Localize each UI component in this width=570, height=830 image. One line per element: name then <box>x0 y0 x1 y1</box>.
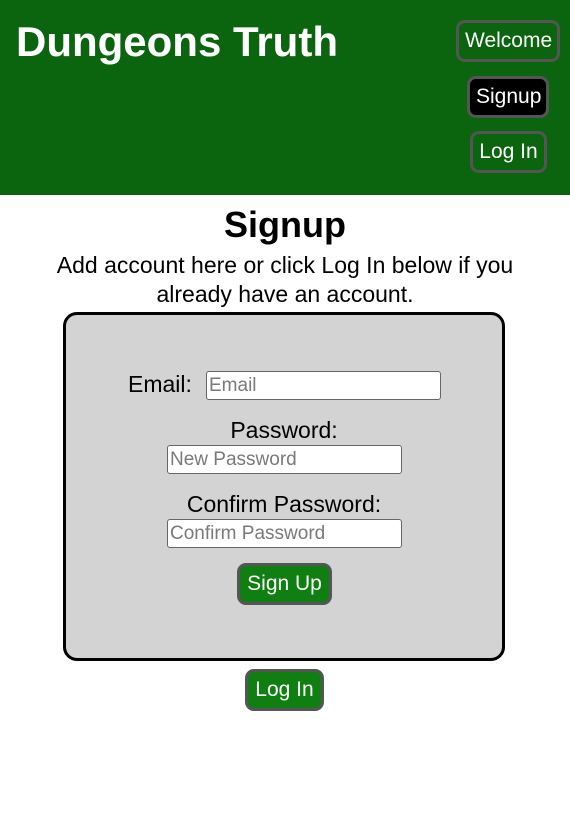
email-label: Email: <box>128 371 192 397</box>
sign-up-button[interactable]: Sign Up <box>237 563 332 605</box>
login-button[interactable]: Log In <box>245 669 324 711</box>
nav-welcome-button[interactable]: Welcome <box>456 20 560 62</box>
site-header: Dungeons Truth Welcome Signup Log In <box>0 0 570 195</box>
main-content: Signup Add account here or click Log In … <box>0 195 570 711</box>
site-title: Dungeons Truth <box>16 18 338 65</box>
email-field[interactable] <box>206 371 441 400</box>
password-field[interactable] <box>167 445 402 474</box>
password-label: Password: <box>230 417 338 443</box>
page-title: Signup <box>224 204 346 245</box>
nav-login-button[interactable]: Log In <box>470 131 547 173</box>
signup-form: Email: Password: Confirm Password: Sign … <box>63 312 505 661</box>
nav-signup-button[interactable]: Signup <box>467 76 549 118</box>
confirm-password-field[interactable] <box>167 519 402 548</box>
confirm-password-label: Confirm Password: <box>186 491 382 517</box>
intro-text: Add account here or click Log In below i… <box>56 252 514 307</box>
